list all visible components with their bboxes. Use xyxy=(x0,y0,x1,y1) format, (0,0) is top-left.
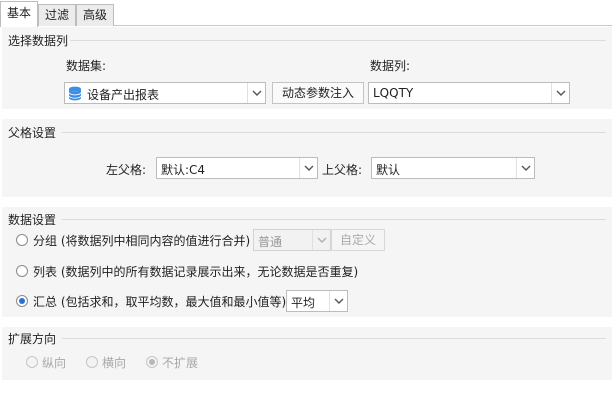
group-label[interactable]: 分组 (将数据列中相同内容的值进行合并) xyxy=(33,232,250,249)
expand-vertical-label[interactable]: 纵向 xyxy=(42,354,66,371)
chevron-down-icon[interactable] xyxy=(329,291,347,311)
group-mode-select[interactable]: 普通 xyxy=(253,229,331,251)
database-icon xyxy=(68,86,82,101)
data-settings-title: 数据设置 xyxy=(8,213,57,227)
dataset-select[interactable]: 设备产出报表 xyxy=(64,82,266,104)
section-divider xyxy=(62,132,606,133)
dataset-label: 数据集: xyxy=(66,59,107,73)
tab-basic[interactable]: 基本 xyxy=(0,1,38,27)
custom-button[interactable]: 自定义 xyxy=(331,229,385,251)
section-divider xyxy=(62,338,606,339)
chevron-down-icon[interactable] xyxy=(312,230,330,250)
chevron-down-icon[interactable] xyxy=(516,158,534,178)
expand-horizontal-label[interactable]: 横向 xyxy=(102,354,126,371)
column-value: LQQTY xyxy=(373,86,414,100)
summary-label[interactable]: 汇总 (包括求和，取平均数，最大值和最小值等) xyxy=(33,293,286,310)
chevron-down-icon[interactable] xyxy=(247,83,265,103)
expand-title: 扩展方向 xyxy=(8,332,57,346)
left-parent-value: 默认:C4 xyxy=(161,163,206,177)
top-parent-value: 默认 xyxy=(376,163,401,177)
expand-horizontal-radio[interactable] xyxy=(86,356,98,368)
column-select[interactable]: LQQTY xyxy=(368,82,570,104)
column-label: 数据列: xyxy=(370,59,411,73)
top-parent-label: 上父格: xyxy=(322,163,363,177)
section-divider xyxy=(62,219,606,220)
left-parent-label: 左父格: xyxy=(106,163,147,177)
select-column-title: 选择数据列 xyxy=(8,34,69,48)
list-radio[interactable] xyxy=(16,265,28,277)
tab-advanced[interactable]: 高级 xyxy=(76,4,114,26)
parent-settings-title: 父格设置 xyxy=(8,126,57,140)
expand-none-label[interactable]: 不扩展 xyxy=(162,354,198,371)
summary-function-select[interactable]: 平均 xyxy=(286,290,348,312)
dynamic-param-inject-button[interactable]: 动态参数注入 xyxy=(272,82,364,104)
summary-function-value: 平均 xyxy=(291,296,316,310)
tab-bar: 基本 过滤 高级 xyxy=(0,0,612,27)
chevron-down-icon[interactable] xyxy=(551,83,569,103)
chevron-down-icon[interactable] xyxy=(299,158,317,178)
dataset-value: 设备产出报表 xyxy=(87,88,160,102)
top-parent-select[interactable]: 默认 xyxy=(371,157,535,179)
group-mode-value: 普通 xyxy=(258,235,283,249)
summary-radio[interactable] xyxy=(16,295,28,307)
group-radio[interactable] xyxy=(16,234,28,246)
left-parent-select[interactable]: 默认:C4 xyxy=(156,157,318,179)
section-divider xyxy=(70,40,606,41)
expand-panel xyxy=(2,327,612,380)
tab-filter[interactable]: 过滤 xyxy=(38,4,76,26)
expand-vertical-radio[interactable] xyxy=(26,356,38,368)
expand-none-radio[interactable] xyxy=(146,356,158,368)
list-label[interactable]: 列表 (数据列中的所有数据记录展示出来，无论数据是否重复) xyxy=(33,263,358,280)
